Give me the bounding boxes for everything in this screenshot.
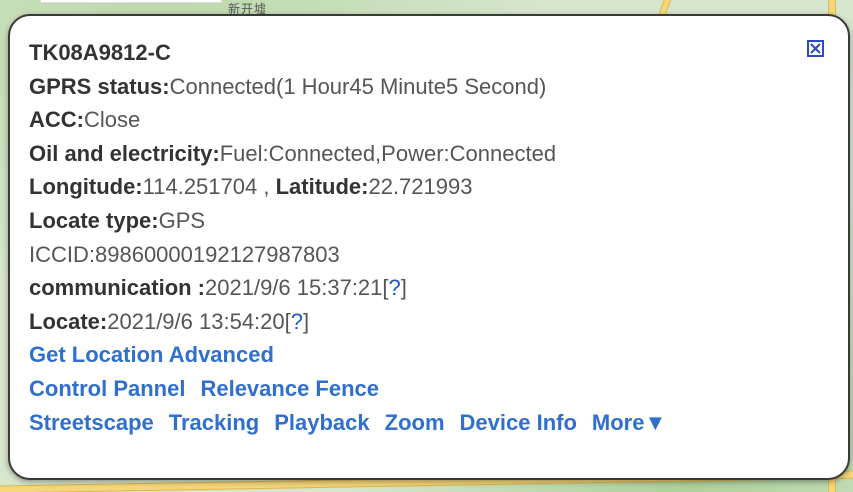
latitude-value: 22.721993 (368, 174, 473, 200)
action-links-row-3: Streetscape Tracking Playback Zoom Device In… (29, 406, 788, 440)
help-bracket: ] (303, 308, 310, 334)
oil-electricity-row: Oil and electricity:Fuel:Connected,Power… (29, 137, 788, 171)
iccid-row: ICCID:89860000192127987803 (29, 241, 340, 267)
playback-link[interactable]: Playback (274, 410, 369, 435)
communication-label: communication : (29, 275, 206, 301)
communication-value: 2021/9/6 15:37:21 (205, 275, 383, 301)
locate-type-row: Locate type:GPS (29, 204, 788, 238)
device-info-window: TK08A9812-C GPRS status:Connected(1 Hour… (8, 14, 850, 480)
help-bracket: ] (400, 275, 407, 301)
locate-value: 2021/9/6 13:54:20 (107, 308, 285, 334)
gprs-status-row: GPRS status:Connected(1 Hour45 Minute5 S… (29, 70, 788, 104)
coordinates-row: Longitude:114.251704 , Latitude:22.72199… (29, 170, 788, 204)
latitude-label: Latitude: (275, 174, 369, 200)
get-location-advanced-link[interactable]: Get Location Advanced (29, 342, 274, 367)
communication-row: communication :2021/9/6 15:37:21[?] (29, 271, 788, 305)
action-links-row-1: Get Location Advanced (29, 338, 788, 372)
acc-row: ACC:Close (29, 103, 788, 137)
locate-label: Locate: (29, 308, 108, 334)
relevance-fence-link[interactable]: Relevance Fence (200, 376, 379, 401)
device-details: TK08A9812-C GPRS status:Connected(1 Hour… (29, 36, 788, 439)
locate-help-link[interactable]: ? (291, 309, 303, 334)
gprs-status-label: GPRS status: (29, 73, 170, 99)
communication-help-link[interactable]: ? (389, 275, 401, 300)
locate-type-label: Locate type: (29, 207, 159, 233)
locate-row: Locate:2021/9/6 13:54:20[?] (29, 305, 788, 339)
tracking-link[interactable]: Tracking (169, 410, 259, 435)
action-links-row-2: Control Pannel Relevance Fence (29, 372, 788, 406)
oil-electricity-label: Oil and electricity: (29, 140, 220, 166)
close-icon (810, 43, 821, 54)
device-id: TK08A9812-C (29, 40, 171, 65)
more-dropdown[interactable]: More▼ (592, 410, 666, 435)
close-button[interactable] (807, 40, 824, 57)
locate-type-value: GPS (158, 207, 206, 233)
zoom-link[interactable]: Zoom (385, 410, 445, 435)
acc-label: ACC: (29, 107, 84, 133)
map-road (40, 0, 222, 3)
longitude-label: Longitude: (29, 174, 143, 200)
longitude-value: 114.251704 , (142, 174, 276, 200)
gprs-status-value: Connected(1 Hour45 Minute5 Second) (169, 73, 547, 99)
oil-electricity-value: Fuel:Connected,Power:Connected (219, 140, 557, 166)
streetscape-link[interactable]: Streetscape (29, 410, 154, 435)
device-info-link[interactable]: Device Info (460, 410, 577, 435)
control-panel-link[interactable]: Control Pannel (29, 376, 185, 401)
acc-value: Close (84, 107, 141, 133)
